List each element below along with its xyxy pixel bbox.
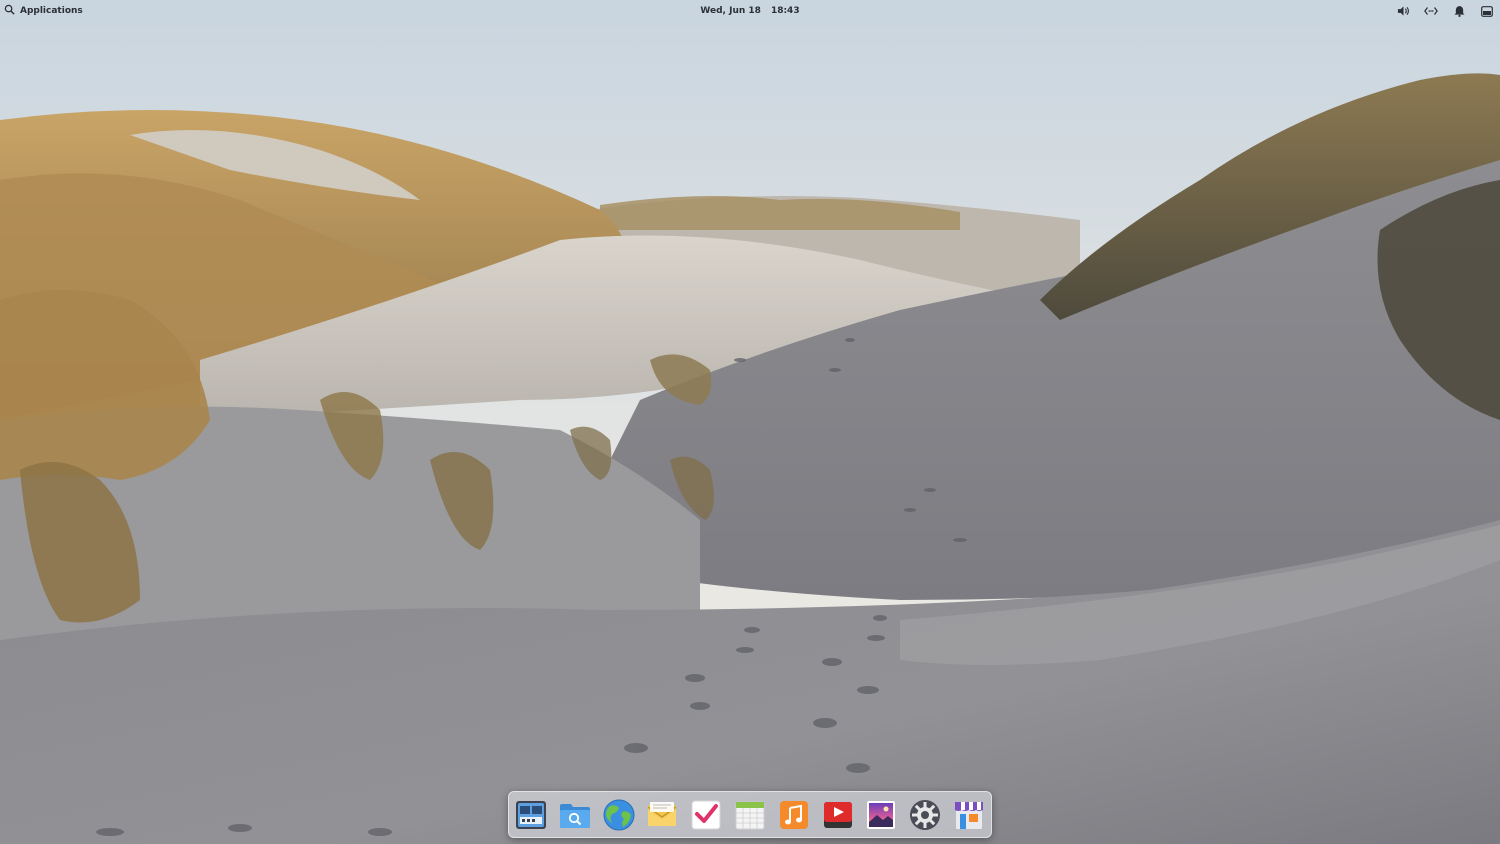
- applications-menu-button[interactable]: Applications: [4, 0, 83, 22]
- panel-indicators: [1396, 0, 1494, 22]
- multitasking-icon: [516, 800, 546, 829]
- desktop[interactable]: Applications Wed, Jun 18 18:43: [0, 0, 1500, 844]
- multitasking-view-launcher[interactable]: [513, 797, 549, 833]
- settings-icon: [910, 799, 941, 830]
- videos-icon: [823, 801, 852, 828]
- files-launcher[interactable]: [557, 797, 593, 833]
- top-panel: Applications Wed, Jun 18 18:43: [0, 0, 1500, 22]
- photos-launcher[interactable]: [863, 797, 899, 833]
- app-center-launcher[interactable]: [951, 797, 987, 833]
- app-center-icon: [954, 801, 983, 829]
- applications-label: Applications: [20, 6, 83, 16]
- network-icon[interactable]: [1424, 4, 1438, 18]
- tasks-icon: [691, 800, 721, 829]
- music-launcher[interactable]: [776, 797, 812, 833]
- calendar-icon: [735, 801, 765, 829]
- photos-icon: [867, 800, 896, 829]
- date-label[interactable]: Wed, Jun 18: [700, 6, 761, 16]
- dock: [508, 791, 992, 838]
- files-icon: [559, 803, 590, 828]
- music-icon: [779, 800, 808, 829]
- datetime-indicator: Wed, Jun 18 18:43: [0, 0, 1500, 22]
- notifications-icon[interactable]: [1452, 4, 1466, 18]
- sand-dunes-wallpaper: [0, 0, 1500, 844]
- system-settings-launcher[interactable]: [907, 797, 943, 833]
- mail-launcher[interactable]: [644, 797, 680, 833]
- calendar-launcher[interactable]: [732, 797, 768, 833]
- mail-icon: [647, 801, 677, 826]
- session-icon[interactable]: [1480, 4, 1494, 18]
- time-label[interactable]: 18:43: [771, 6, 800, 16]
- volume-icon[interactable]: [1396, 4, 1410, 18]
- browser-icon: [603, 799, 635, 830]
- videos-launcher[interactable]: [820, 797, 856, 833]
- search-icon: [4, 4, 15, 18]
- tasks-launcher[interactable]: [688, 797, 724, 833]
- web-browser-launcher[interactable]: [601, 797, 637, 833]
